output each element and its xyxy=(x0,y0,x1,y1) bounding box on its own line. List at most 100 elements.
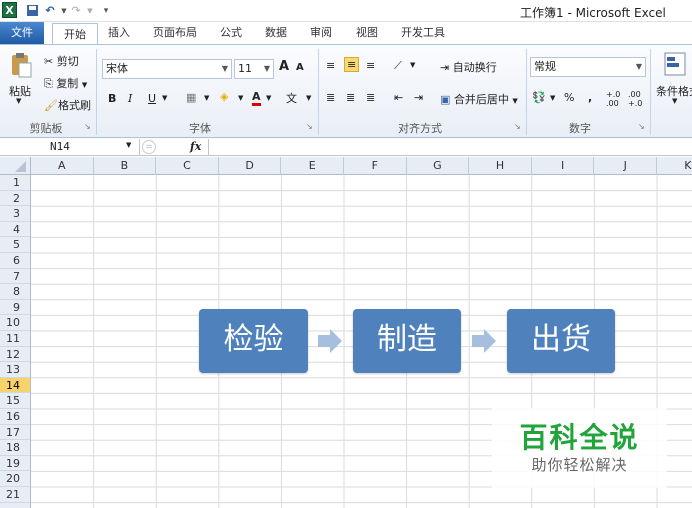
font-launcher-icon[interactable]: ↘ xyxy=(306,122,313,131)
column-header-f[interactable]: F xyxy=(344,157,407,175)
wrap-text-button[interactable]: ⇥ 自动换行 xyxy=(440,59,497,75)
row-header-4[interactable]: 4 xyxy=(0,222,30,238)
column-header-i[interactable]: I xyxy=(532,157,595,175)
tab-data[interactable]: 数据 xyxy=(261,22,291,44)
tab-file[interactable]: 文件 xyxy=(0,22,44,44)
row-header-6[interactable]: 6 xyxy=(0,253,30,269)
tab-view[interactable]: 视图 xyxy=(352,22,382,44)
row-header-20[interactable]: 20 xyxy=(0,471,30,487)
row-header-11[interactable]: 11 xyxy=(0,331,30,347)
underline-button[interactable]: U xyxy=(148,92,156,105)
column-header-d[interactable]: D xyxy=(219,157,282,175)
phonetic-dropdown-icon[interactable]: ▼ xyxy=(306,94,311,102)
merge-center-button[interactable]: ▣ 合并后居中 ▼ xyxy=(440,91,518,107)
align-left-icon[interactable]: ≣ xyxy=(326,91,335,104)
currency-dropdown-icon[interactable]: ▼ xyxy=(550,94,555,102)
bold-button[interactable]: B xyxy=(108,92,116,105)
format-painter-button[interactable]: 🖌格式刷 xyxy=(44,97,91,113)
row-header-7[interactable]: 7 xyxy=(0,269,30,285)
align-middle-icon[interactable]: ≡ xyxy=(344,57,360,72)
expand-formula-icon[interactable]: = xyxy=(142,140,156,154)
column-header-h[interactable]: H xyxy=(469,157,532,175)
border-dropdown-icon[interactable]: ▼ xyxy=(204,94,209,102)
formula-input[interactable] xyxy=(208,139,692,155)
row-header-1[interactable]: 1 xyxy=(0,175,30,191)
tab-developer[interactable]: 开发工具 xyxy=(398,22,448,44)
column-header-e[interactable]: E xyxy=(281,157,344,175)
cut-button[interactable]: ✂ 剪切 xyxy=(44,53,79,69)
number-format-select[interactable]: 常规 ▼ xyxy=(530,57,646,77)
select-all-corner[interactable] xyxy=(0,157,31,175)
process-step-2[interactable]: 制造 xyxy=(353,309,461,373)
align-top-icon[interactable]: ≡ xyxy=(326,59,335,72)
process-step-3[interactable]: 出货 xyxy=(507,309,615,373)
row-header-2[interactable]: 2 xyxy=(0,191,30,207)
conditional-format-dropdown-icon[interactable]: ▼ xyxy=(672,97,677,105)
customize-toolbar-icon[interactable]: ▾ xyxy=(98,2,114,19)
decrease-indent-icon[interactable]: ⇤ xyxy=(394,91,403,104)
percent-button[interactable]: % xyxy=(564,91,574,104)
border-icon[interactable]: ▦ xyxy=(186,91,196,104)
row-header-3[interactable]: 3 xyxy=(0,206,30,222)
row-header-17[interactable]: 17 xyxy=(0,425,30,441)
column-header-b[interactable]: B xyxy=(94,157,157,175)
font-color-dropdown-icon[interactable]: ▼ xyxy=(266,94,271,102)
column-header-k[interactable]: K xyxy=(657,157,692,175)
column-header-j[interactable]: J xyxy=(594,157,657,175)
row-header-9[interactable]: 9 xyxy=(0,300,30,316)
orientation-icon[interactable]: ⟋ xyxy=(394,59,402,73)
copy-button[interactable]: ⎘ 复制 ▼ xyxy=(44,75,87,91)
insert-function-button[interactable]: fx xyxy=(190,140,201,153)
font-color-button[interactable]: A xyxy=(252,90,261,106)
fill-dropdown-icon[interactable]: ▼ xyxy=(238,94,243,102)
name-box[interactable]: N14 xyxy=(0,139,140,155)
increase-indent-icon[interactable]: ⇥ xyxy=(414,91,423,104)
row-header-18[interactable]: 18 xyxy=(0,440,30,456)
paste-dropdown-icon[interactable]: ▼ xyxy=(16,97,21,105)
orientation-dropdown-icon[interactable]: ▼ xyxy=(410,61,415,69)
name-box-dropdown-icon[interactable]: ▼ xyxy=(126,141,131,149)
row-header-10[interactable]: 10 xyxy=(0,315,30,331)
clipboard-launcher-icon[interactable]: ↘ xyxy=(84,122,91,131)
row-header-5[interactable]: 5 xyxy=(0,237,30,253)
tab-formulas[interactable]: 公式 xyxy=(216,22,246,44)
shrink-font-button[interactable]: A xyxy=(296,62,304,73)
row-header-14[interactable]: 14 xyxy=(0,377,30,394)
save-icon[interactable] xyxy=(24,2,40,19)
grow-font-button[interactable]: A xyxy=(279,59,289,74)
row-header-8[interactable]: 8 xyxy=(0,284,30,300)
phonetic-button[interactable]: 文 xyxy=(286,90,297,106)
paste-icon[interactable] xyxy=(8,51,34,79)
comma-button[interactable]: , xyxy=(588,91,592,104)
decrease-decimal-button[interactable]: .00 +.0 xyxy=(628,90,646,108)
row-header-16[interactable]: 16 xyxy=(0,409,30,425)
number-launcher-icon[interactable]: ↘ xyxy=(638,122,645,131)
column-header-g[interactable]: G xyxy=(407,157,470,175)
tab-insert[interactable]: 插入 xyxy=(104,22,134,44)
column-header-c[interactable]: C xyxy=(156,157,219,175)
underline-dropdown-icon[interactable]: ▼ xyxy=(162,94,167,102)
column-header-a[interactable]: A xyxy=(31,157,94,175)
align-bottom-icon[interactable]: ≡ xyxy=(366,59,375,72)
align-right-icon[interactable]: ≣ xyxy=(366,91,375,104)
currency-icon[interactable]: 💱 xyxy=(532,91,546,104)
font-size-select[interactable]: 11 ▼ xyxy=(234,59,274,79)
row-header-13[interactable]: 13 xyxy=(0,362,30,378)
redo-dropdown-icon[interactable]: ▼ xyxy=(82,2,98,19)
align-center-icon[interactable]: ≣ xyxy=(346,91,355,104)
tab-review[interactable]: 审阅 xyxy=(306,22,336,44)
conditional-format-icon[interactable] xyxy=(662,51,688,79)
italic-button[interactable]: I xyxy=(128,92,132,105)
row-header-15[interactable]: 15 xyxy=(0,393,30,409)
fill-color-icon[interactable]: ◈ xyxy=(220,90,228,103)
row-header-12[interactable]: 12 xyxy=(0,347,30,363)
increase-decimal-button[interactable]: +.0 .00 xyxy=(606,90,624,108)
font-name-select[interactable]: 宋体 ▼ xyxy=(102,59,232,79)
tab-home[interactable]: 开始 xyxy=(52,23,98,45)
tab-page-layout[interactable]: 页面布局 xyxy=(148,22,202,44)
excel-app-icon[interactable]: X xyxy=(2,2,17,18)
row-header-21[interactable]: 21 xyxy=(0,487,30,503)
row-header-19[interactable]: 19 xyxy=(0,456,30,472)
process-step-1[interactable]: 检验 xyxy=(199,309,308,373)
alignment-launcher-icon[interactable]: ↘ xyxy=(514,122,521,131)
